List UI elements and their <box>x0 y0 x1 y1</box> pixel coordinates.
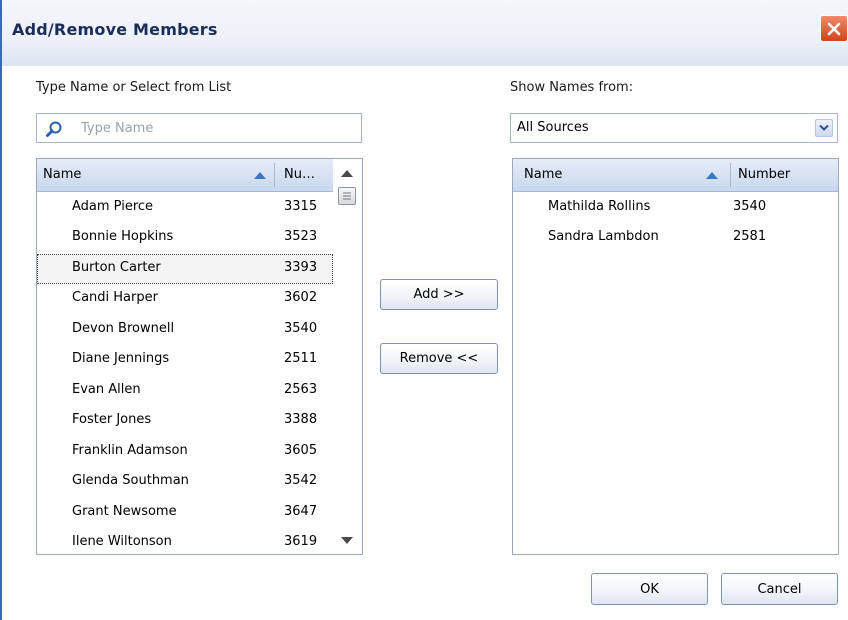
close-icon <box>827 22 841 35</box>
list-item[interactable]: Ilene Wiltonson 3619 <box>37 528 333 554</box>
scroll-up-arrow-icon <box>341 170 353 177</box>
selected-members-list[interactable]: Name Number Mathilda Rollins 3540 Sandra… <box>512 158 839 555</box>
member-number: 3605 <box>284 443 318 458</box>
member-name: Burton Carter <box>72 260 161 275</box>
left-list-label: Type Name or Select from List <box>36 80 232 95</box>
remove-button[interactable]: Remove << <box>380 343 498 374</box>
member-name: Devon Brownell <box>72 321 175 336</box>
member-name: Foster Jones <box>72 412 152 427</box>
list-header: Name Nu… <box>37 159 334 192</box>
scroll-down-button[interactable] <box>339 533 355 549</box>
list-header: Name Number <box>513 159 838 192</box>
column-header-number-label: Nu… <box>284 167 315 182</box>
scroll-thumb[interactable] <box>338 187 356 205</box>
list-item[interactable]: Franklin Adamson 3605 <box>37 437 333 467</box>
member-name: Franklin Adamson <box>72 443 188 458</box>
list-item[interactable]: Candi Harper 3602 <box>37 284 333 314</box>
source-label: Show Names from: <box>510 80 634 95</box>
dialog-title: Add/Remove Members <box>12 20 218 39</box>
column-header-number[interactable]: Number <box>731 159 838 191</box>
scroll-down-arrow-icon <box>341 537 353 544</box>
member-number: 3647 <box>284 504 318 519</box>
member-number: 3602 <box>284 290 318 305</box>
member-number: 3393 <box>284 260 318 275</box>
list-item[interactable]: Bonnie Hopkins 3523 <box>37 223 333 253</box>
search-input[interactable] <box>81 118 351 138</box>
list-item[interactable]: Mathilda Rollins 3540 <box>513 193 838 223</box>
member-number: 3540 <box>284 321 318 336</box>
member-number: 2511 <box>284 351 318 366</box>
member-number: 3523 <box>284 229 318 244</box>
ok-button[interactable]: OK <box>591 573 708 605</box>
list-item-selected[interactable]: Burton Carter 3393 <box>37 254 333 284</box>
member-name: Adam Pierce <box>72 199 154 214</box>
column-header-number[interactable]: Nu… <box>275 159 334 191</box>
member-name: Sandra Lambdon <box>548 229 659 244</box>
member-name: Glenda Southman <box>72 473 189 488</box>
grip-icon <box>343 192 351 200</box>
add-remove-members-dialog: Add/Remove Members Type Name or Select f… <box>0 0 848 620</box>
member-name: Evan Allen <box>72 382 141 397</box>
column-header-name-label: Name <box>43 167 82 182</box>
list-item[interactable]: Glenda Southman 3542 <box>37 467 333 497</box>
member-number: 3388 <box>284 412 318 427</box>
cancel-button[interactable]: Cancel <box>721 573 838 605</box>
list-item[interactable]: Foster Jones 3388 <box>37 406 333 436</box>
member-number: 2563 <box>284 382 318 397</box>
member-name: Candi Harper <box>72 290 158 305</box>
column-header-name-label: Name <box>524 167 563 182</box>
close-button[interactable] <box>820 15 848 42</box>
sort-ascending-icon <box>706 172 718 179</box>
list-item[interactable]: Sandra Lambdon 2581 <box>513 223 838 253</box>
member-name: Ilene Wiltonson <box>72 534 172 549</box>
member-number: 3315 <box>284 199 318 214</box>
member-number: 3540 <box>733 199 767 214</box>
column-header-name[interactable]: Name <box>513 159 730 191</box>
search-box[interactable] <box>36 113 362 143</box>
list-item[interactable]: Grant Newsome 3647 <box>37 498 333 528</box>
search-icon <box>46 121 62 137</box>
source-select[interactable]: All Sources <box>510 113 838 143</box>
member-name: Bonnie Hopkins <box>72 229 174 244</box>
column-header-name[interactable]: Name <box>37 159 274 191</box>
source-select-value: All Sources <box>517 120 589 135</box>
chevron-down-icon <box>819 124 829 131</box>
scroll-up-button[interactable] <box>339 165 355 181</box>
dropdown-button[interactable] <box>815 119 833 137</box>
list-item[interactable]: Devon Brownell 3540 <box>37 315 333 345</box>
member-number: 3542 <box>284 473 318 488</box>
available-members-list[interactable]: Name Nu… Adam Pierce 3315 Bonnie Hopkins… <box>36 158 363 555</box>
add-button[interactable]: Add >> <box>380 279 498 310</box>
list-item[interactable]: Evan Allen 2563 <box>37 376 333 406</box>
member-name: Diane Jennings <box>72 351 170 366</box>
sort-ascending-icon <box>254 172 266 179</box>
column-header-number-label: Number <box>738 167 791 182</box>
list-item[interactable]: Adam Pierce 3315 <box>37 193 333 223</box>
list-item[interactable]: Diane Jennings 2511 <box>37 345 333 375</box>
member-name: Grant Newsome <box>72 504 177 519</box>
member-number: 3619 <box>284 534 318 549</box>
vertical-scrollbar[interactable] <box>333 159 362 554</box>
member-number: 2581 <box>733 229 767 244</box>
member-name: Mathilda Rollins <box>548 199 651 214</box>
title-bar[interactable]: Add/Remove Members <box>2 0 848 66</box>
